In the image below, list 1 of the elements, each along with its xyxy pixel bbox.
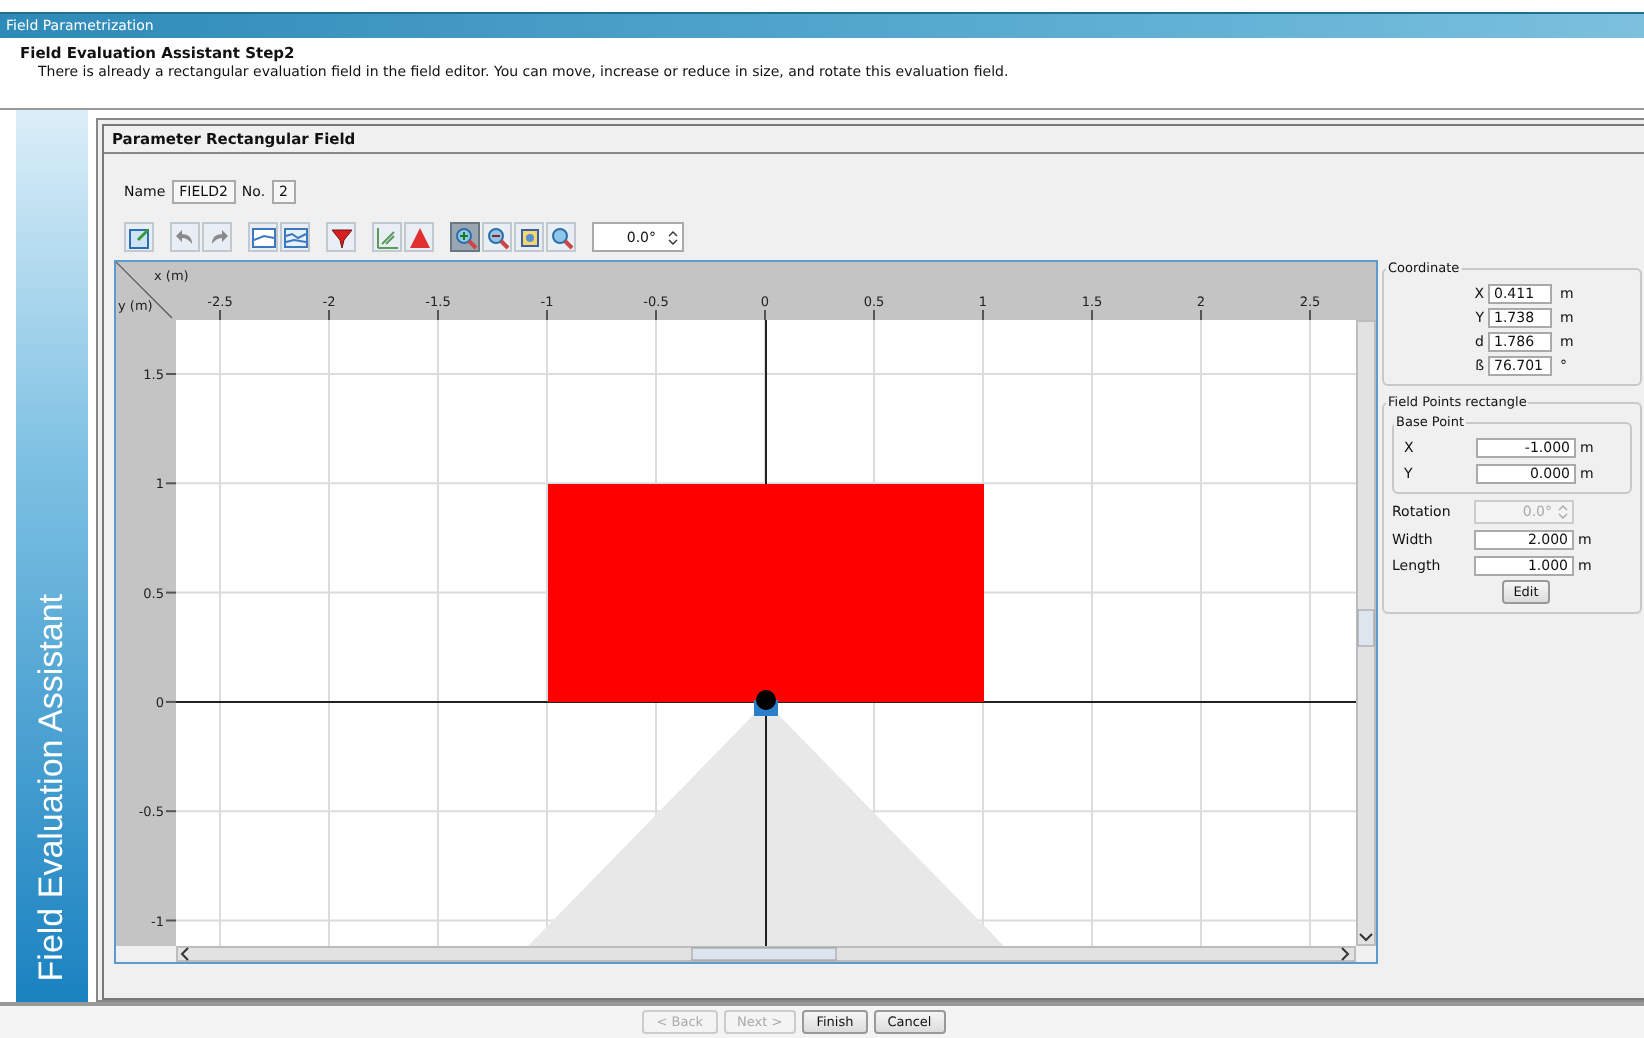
sidebar-title: Field Evaluation Assistant	[32, 594, 72, 982]
